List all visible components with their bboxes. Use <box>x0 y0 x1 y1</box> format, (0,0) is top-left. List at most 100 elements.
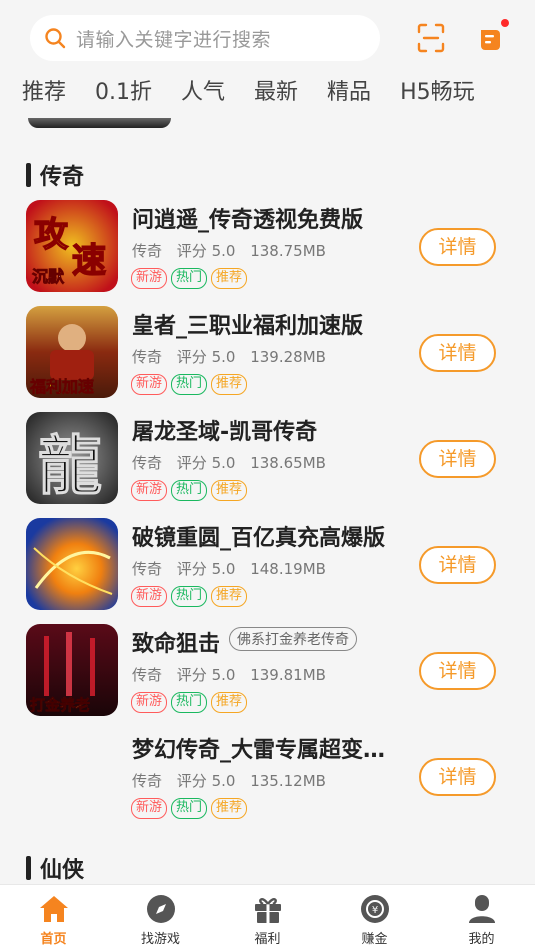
badge-hot: 热门 <box>171 480 208 501</box>
tab-newest[interactable]: 最新 <box>254 74 298 106</box>
badge-hot: 热门 <box>171 692 208 713</box>
nav-mine[interactable]: 我的 <box>428 885 535 951</box>
nav-home[interactable]: 首页 <box>0 885 107 951</box>
game-badges: 新游 热门 推荐 <box>131 480 251 501</box>
game-meta: 传奇 评分 5.0 139.81MB <box>132 664 336 685</box>
game-rating: 评分 5.0 <box>176 242 236 260</box>
game-rating: 评分 5.0 <box>176 666 236 684</box>
game-icon <box>26 518 118 610</box>
game-badges: 新游 热门 推荐 <box>131 586 251 607</box>
category-tabs: 推荐 0.1折 人气 最新 精品 H5畅玩 <box>22 74 504 106</box>
game-meta: 传奇 评分 5.0 138.65MB <box>132 452 336 473</box>
game-icon <box>26 730 118 822</box>
badge-recommend: 推荐 <box>211 480 248 501</box>
game-rating: 评分 5.0 <box>176 560 236 578</box>
tab-premium[interactable]: 精品 <box>327 74 371 106</box>
game-badges: 新游 热门 推荐 <box>131 374 251 395</box>
game-size: 135.12MB <box>250 772 326 790</box>
game-size: 138.75MB <box>250 242 326 260</box>
coin-icon: ¥ <box>360 895 389 923</box>
detail-button[interactable]: 详情 <box>419 228 496 266</box>
nav-label: 首页 <box>40 932 67 947</box>
section-bar <box>26 163 31 187</box>
game-meta: 传奇 评分 5.0 138.75MB <box>132 240 336 261</box>
nav-label: 我的 <box>468 932 495 947</box>
game-category: 传奇 <box>132 242 163 260</box>
detail-button[interactable]: 详情 <box>419 440 496 478</box>
svg-text:¥: ¥ <box>371 905 377 916</box>
nav-label: 赚金 <box>361 932 388 947</box>
nav-welfare[interactable]: 福利 <box>214 885 321 951</box>
nav-earn[interactable]: ¥ 赚金 <box>321 885 428 951</box>
svg-text:沉默: 沉默 <box>32 267 65 286</box>
game-category: 传奇 <box>132 666 163 684</box>
message-icon <box>481 30 500 50</box>
game-size: 148.19MB <box>250 560 326 578</box>
badge-recommend: 推荐 <box>211 268 248 289</box>
game-rating: 评分 5.0 <box>176 454 236 472</box>
svg-text:打金养老: 打金养老 <box>30 696 90 714</box>
section-title-text: 仙侠 <box>40 858 85 883</box>
game-category: 传奇 <box>132 454 163 472</box>
svg-text:速: 速 <box>72 241 106 281</box>
nav-label: 找游戏 <box>140 932 180 947</box>
game-subtag: 佛系打金养老传奇 <box>229 627 357 651</box>
svg-text:福利加速: 福利加速 <box>29 377 94 396</box>
game-rating: 评分 5.0 <box>176 348 236 366</box>
badge-hot: 热门 <box>171 374 208 395</box>
game-item[interactable]: 打金养老 致命狙击 佛系打金养老传奇 传奇 评分 5.0 139.81MB 新游… <box>0 624 535 730</box>
section-title-legend: 传奇 <box>26 159 84 191</box>
gift-icon <box>254 898 281 923</box>
game-size: 139.28MB <box>250 348 326 366</box>
detail-button[interactable]: 详情 <box>419 652 496 690</box>
game-meta: 传奇 评分 5.0 139.28MB <box>132 346 336 367</box>
game-item[interactable]: 梦幻传奇_大雷专属超变福利版 传奇 评分 5.0 135.12MB 新游 热门 … <box>0 730 535 836</box>
game-icon: 攻 速 沉默 <box>26 200 118 292</box>
game-name: 致命狙击 <box>132 632 221 657</box>
game-size: 139.81MB <box>250 666 326 684</box>
game-category: 传奇 <box>132 560 163 578</box>
search-icon <box>45 28 66 49</box>
badge-hot: 热门 <box>171 586 208 607</box>
section-bar <box>26 856 31 880</box>
tab-recommend[interactable]: 推荐 <box>22 74 66 106</box>
nav-label: 福利 <box>254 932 281 947</box>
game-item[interactable]: 破镜重圆_百亿真充高爆版 传奇 评分 5.0 148.19MB 新游 热门 推荐… <box>0 518 535 624</box>
detail-button[interactable]: 详情 <box>419 758 496 796</box>
game-category: 传奇 <box>132 772 163 790</box>
badge-recommend: 推荐 <box>211 798 248 819</box>
tab-h5[interactable]: H5畅玩 <box>400 74 475 106</box>
detail-button[interactable]: 详情 <box>419 546 496 584</box>
game-item[interactable]: 龍 屠龙圣域-凯哥传奇 传奇 评分 5.0 138.65MB 新游 热门 推荐 … <box>0 412 535 518</box>
game-name: 破镜重圆_百亿真充高爆版 <box>132 526 386 551</box>
header: 请输入关键字进行搜索 推荐 0.1折 人气 最新 精品 H5畅玩 <box>0 0 535 118</box>
notification-dot <box>501 19 509 27</box>
detail-button[interactable]: 详情 <box>419 334 496 372</box>
game-name: 皇者_三职业福利加速版 <box>132 314 364 339</box>
game-category: 传奇 <box>132 348 163 366</box>
badge-new: 新游 <box>131 374 168 395</box>
badge-new: 新游 <box>131 268 168 289</box>
home-icon <box>39 896 68 922</box>
scan-icon[interactable] <box>416 22 446 54</box>
game-icon: 福利加速 <box>26 306 118 398</box>
tab-popular[interactable]: 人气 <box>181 74 225 106</box>
message-button[interactable] <box>476 19 509 54</box>
tab-discount[interactable]: 0.1折 <box>95 74 152 106</box>
section-title-xianxia: 仙侠 <box>26 852 84 884</box>
game-name: 屠龙圣域-凯哥传奇 <box>132 420 318 445</box>
search-bar[interactable]: 请输入关键字进行搜索 <box>30 15 380 61</box>
badge-recommend: 推荐 <box>211 586 248 607</box>
game-item[interactable]: 攻 速 沉默 问逍遥_传奇透视免费版 传奇 评分 5.0 138.75MB 新游… <box>0 200 535 306</box>
badge-recommend: 推荐 <box>211 692 248 713</box>
game-meta: 传奇 评分 5.0 148.19MB <box>132 558 336 579</box>
game-item[interactable]: 福利加速 皇者_三职业福利加速版 传奇 评分 5.0 139.28MB 新游 热… <box>0 306 535 412</box>
search-input[interactable]: 请输入关键字进行搜索 <box>76 25 271 52</box>
game-name: 梦幻传奇_大雷专属超变福利版 <box>132 738 407 763</box>
badge-hot: 热门 <box>171 268 208 289</box>
banner-fragment <box>28 118 171 128</box>
game-size: 138.65MB <box>250 454 326 472</box>
nav-find-games[interactable]: 找游戏 <box>107 885 214 951</box>
badge-new: 新游 <box>131 798 168 819</box>
compass-icon <box>146 895 175 923</box>
